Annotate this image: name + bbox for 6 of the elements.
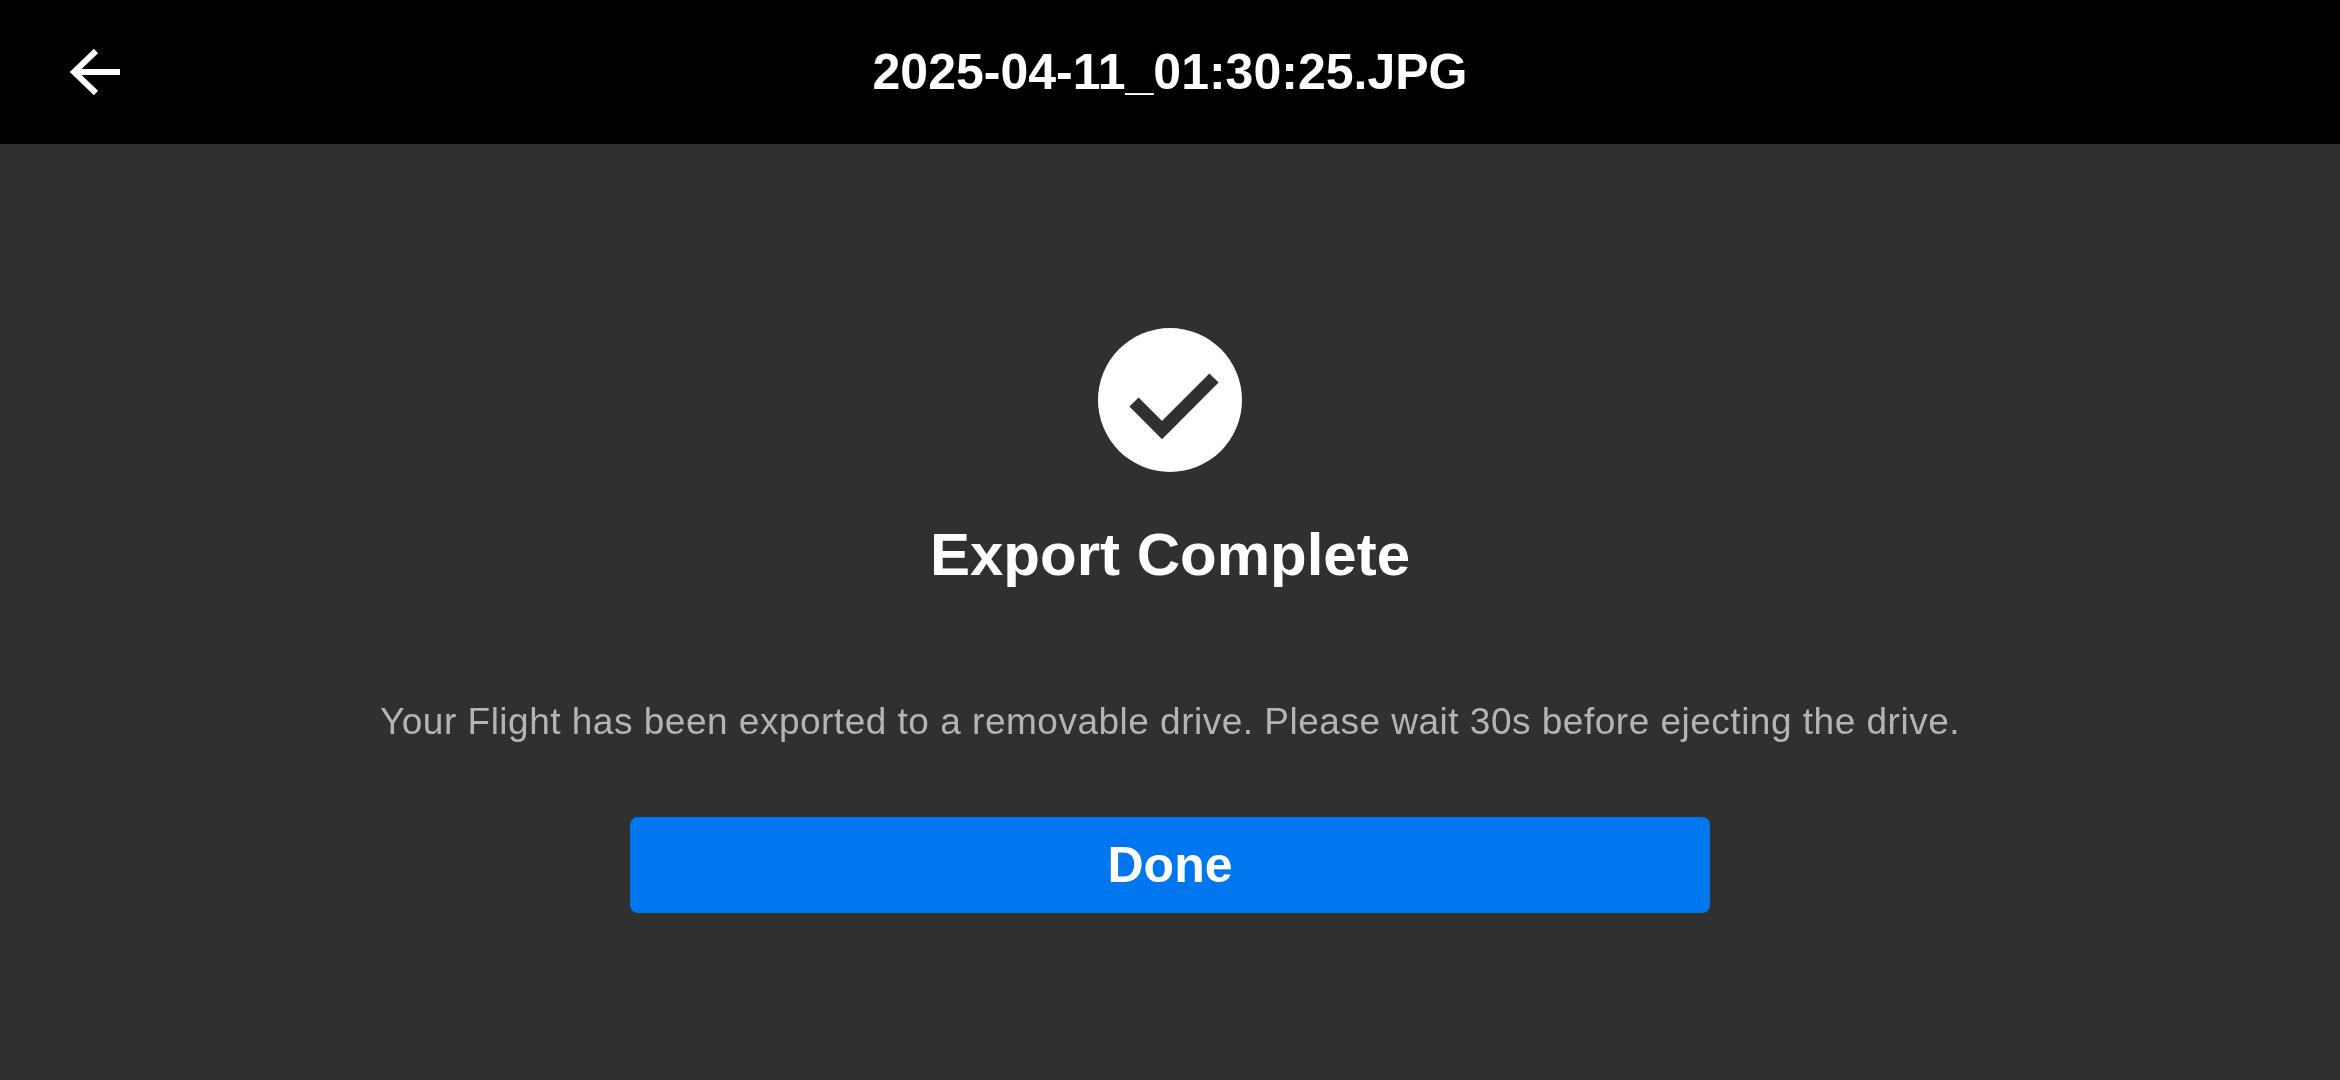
check-circle-icon xyxy=(1098,328,1242,472)
status-title: Export Complete xyxy=(929,520,1411,589)
status-message: Your Flight has been exported to a removable drive. Please wait 30s before ejecting the drive. xyxy=(380,701,1960,743)
done-button[interactable]: Done xyxy=(630,817,1710,913)
back-arrow-icon xyxy=(70,47,122,97)
file-title: 2025-04-11_01:30:25.JPG xyxy=(872,43,1468,101)
